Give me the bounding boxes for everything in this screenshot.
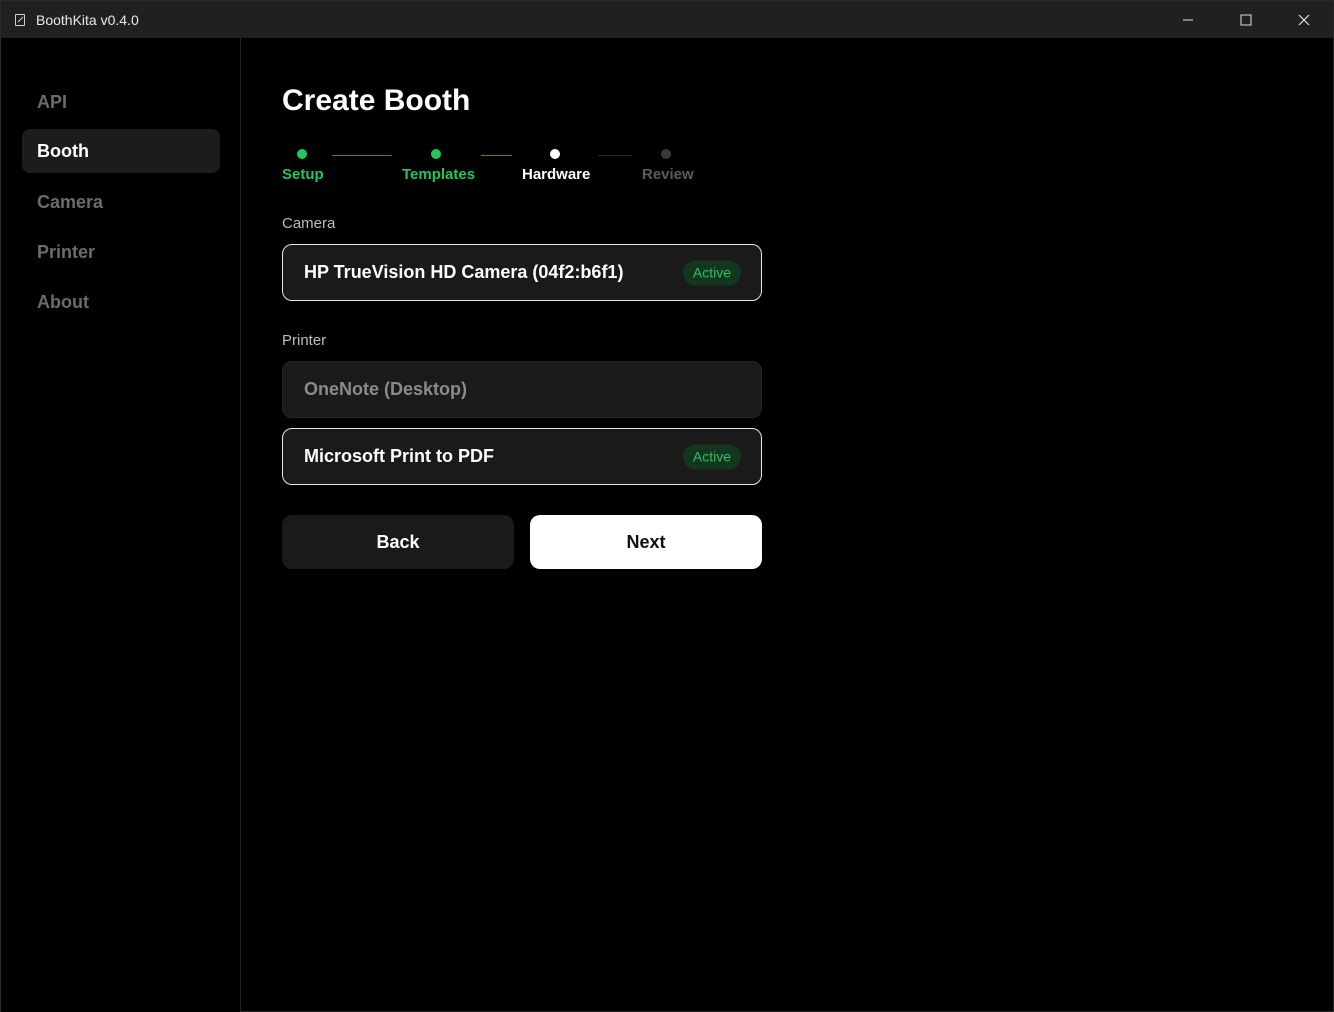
sidebar-item-booth[interactable]: Booth [22, 129, 220, 173]
maximize-button[interactable] [1217, 1, 1275, 38]
window-controls [1159, 1, 1333, 38]
back-button[interactable]: Back [282, 515, 514, 569]
window-title: BoothKita v0.4.0 [36, 11, 139, 28]
camera-option-hp-truevision[interactable]: HP TrueVision HD Camera (04f2:b6f1) Acti… [282, 244, 762, 301]
step-complete-dot [431, 149, 441, 159]
minimize-icon [1183, 19, 1193, 20]
step-label-setup: Setup [282, 166, 324, 183]
sidebar: API Booth Camera Printer About [1, 38, 241, 1012]
step-progress: Setup Templates Hardware Review [282, 141, 762, 191]
step-connector [481, 155, 512, 156]
step-current-dot [550, 149, 560, 159]
close-icon [1298, 14, 1310, 25]
step-label-templates: Templates [402, 166, 476, 183]
device-name: Microsoft Print to PDF [304, 446, 494, 466]
sidebar-item-api[interactable]: API [22, 80, 220, 124]
minimize-button[interactable] [1159, 1, 1217, 38]
step-complete-dot [297, 149, 307, 159]
close-button[interactable] [1275, 1, 1333, 38]
printer-section-label: Printer [282, 332, 327, 349]
camera-section-label: Camera [282, 215, 336, 232]
app-logo-icon [15, 13, 25, 26]
status-badge: Active [682, 260, 741, 285]
step-pending-dot [661, 149, 671, 159]
app-window: BoothKita v0.4.0 API Booth Camera Printe… [0, 0, 1334, 1012]
step-label-review: Review [642, 166, 694, 183]
device-name: HP TrueVision HD Camera (04f2:b6f1) [304, 262, 624, 282]
status-badge: Active [682, 444, 741, 469]
sidebar-item-label: API [37, 91, 68, 112]
sidebar-item-label: About [37, 291, 89, 312]
device-name: OneNote (Desktop) [304, 379, 468, 399]
step-label-hardware: Hardware [522, 166, 591, 183]
sidebar-item-about[interactable]: About [22, 280, 220, 324]
sidebar-item-printer[interactable]: Printer [22, 230, 220, 274]
step-connector [598, 155, 632, 156]
printer-option-onenote[interactable]: OneNote (Desktop) [282, 361, 762, 418]
title-bar: BoothKita v0.4.0 [1, 1, 1333, 38]
step-connector [332, 155, 392, 156]
next-button[interactable]: Next [530, 515, 762, 569]
sidebar-item-label: Camera [37, 191, 104, 212]
maximize-icon [1240, 14, 1252, 25]
printer-option-microsoft-print-to-pdf[interactable]: Microsoft Print to PDF Active [282, 428, 762, 485]
sidebar-item-label: Printer [37, 241, 96, 262]
sidebar-item-camera[interactable]: Camera [22, 180, 220, 224]
page-title: Create Booth [282, 84, 471, 117]
sidebar-item-label: Booth [37, 140, 89, 161]
